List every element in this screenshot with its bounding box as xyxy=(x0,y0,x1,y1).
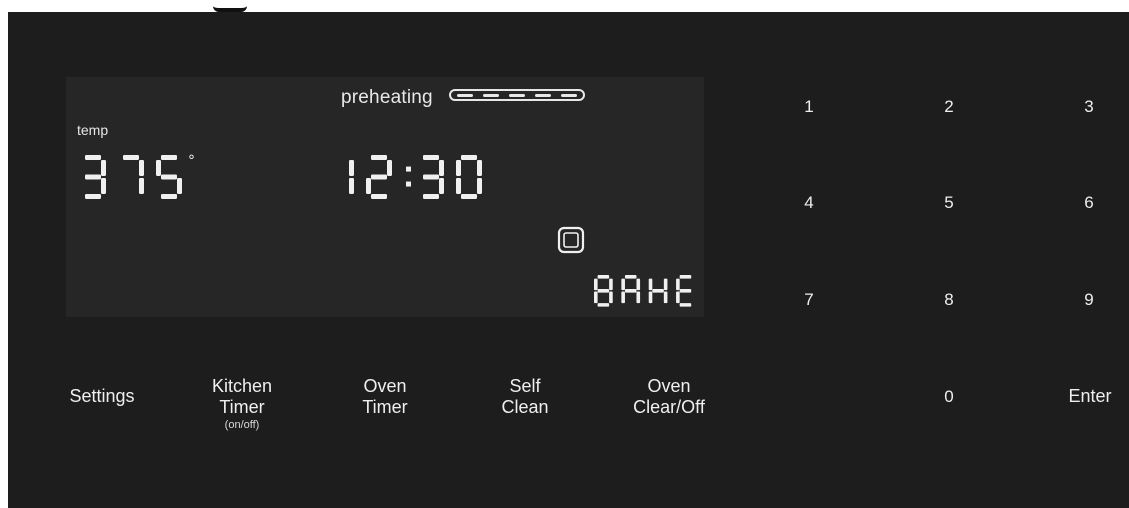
oven-clear-label-line2: Clear/Off xyxy=(633,397,705,417)
segment-character xyxy=(676,275,692,307)
segment-character xyxy=(621,275,641,304)
segment-character xyxy=(349,160,354,194)
key-6[interactable]: 6 xyxy=(1069,192,1109,213)
preheat-bar-segment xyxy=(535,93,551,97)
kitchen-timer-sublabel: (on/off) xyxy=(224,419,260,431)
time-readout xyxy=(328,155,494,199)
colon-dot xyxy=(406,181,411,187)
oven-clear-off-button[interactable]: Oven Clear/Off xyxy=(624,376,714,418)
panel-top-fragment xyxy=(213,0,247,12)
segment-character xyxy=(423,155,444,199)
oven-clear-label-line1: Oven xyxy=(647,376,691,396)
key-2[interactable]: 2 xyxy=(929,96,969,117)
oven-timer-label-line2: Timer xyxy=(362,397,408,417)
segment-character xyxy=(594,275,613,307)
key-1[interactable]: 1 xyxy=(789,96,829,117)
colon-dot xyxy=(406,166,411,172)
preheat-bar-segment xyxy=(457,93,473,97)
degree-symbol: ° xyxy=(188,153,195,169)
self-clean-label-line1: Self xyxy=(509,376,541,396)
key-0[interactable]: 0 xyxy=(929,386,969,407)
segment-character xyxy=(648,278,668,304)
enter-button[interactable]: Enter xyxy=(1058,386,1122,407)
settings-button[interactable]: Settings xyxy=(60,386,144,407)
preheat-bar-segment xyxy=(509,93,525,97)
segment-character xyxy=(456,155,482,199)
self-clean-label-line2: Clean xyxy=(501,397,549,417)
key-8[interactable]: 8 xyxy=(929,289,969,310)
preheat-bar-segment xyxy=(561,93,577,97)
kitchen-timer-label-line1: Kitchen xyxy=(211,376,273,396)
oven-icon xyxy=(557,226,585,254)
key-3[interactable]: 3 xyxy=(1069,96,1109,117)
key-7[interactable]: 7 xyxy=(789,289,829,310)
segment-character xyxy=(123,155,144,194)
temp-label: temp xyxy=(77,122,109,138)
lcd-display: preheating temp ° xyxy=(66,77,704,317)
oven-timer-button[interactable]: Oven Timer xyxy=(350,376,420,418)
temperature-readout: ° xyxy=(80,153,204,199)
self-clean-button[interactable]: Self Clean xyxy=(490,376,560,418)
mode-readout xyxy=(594,275,704,307)
segment-character xyxy=(85,155,106,199)
preheat-bar-segment xyxy=(483,93,499,97)
key-5[interactable]: 5 xyxy=(929,192,969,213)
segment-character xyxy=(366,155,392,199)
preheating-label: preheating xyxy=(341,87,433,108)
segment-character xyxy=(156,155,182,199)
oven-control-panel: preheating temp ° 1 2 3 4 5 6 7 8 9 0 En… xyxy=(8,12,1129,508)
preheat-progress-bar xyxy=(449,89,585,101)
kitchen-timer-button[interactable]: Kitchen Timer (on/off) xyxy=(198,376,286,432)
key-4[interactable]: 4 xyxy=(789,192,829,213)
key-9[interactable]: 9 xyxy=(1069,289,1109,310)
oven-timer-label-line1: Oven xyxy=(363,376,407,396)
kitchen-timer-label-line2: Timer xyxy=(219,397,265,417)
